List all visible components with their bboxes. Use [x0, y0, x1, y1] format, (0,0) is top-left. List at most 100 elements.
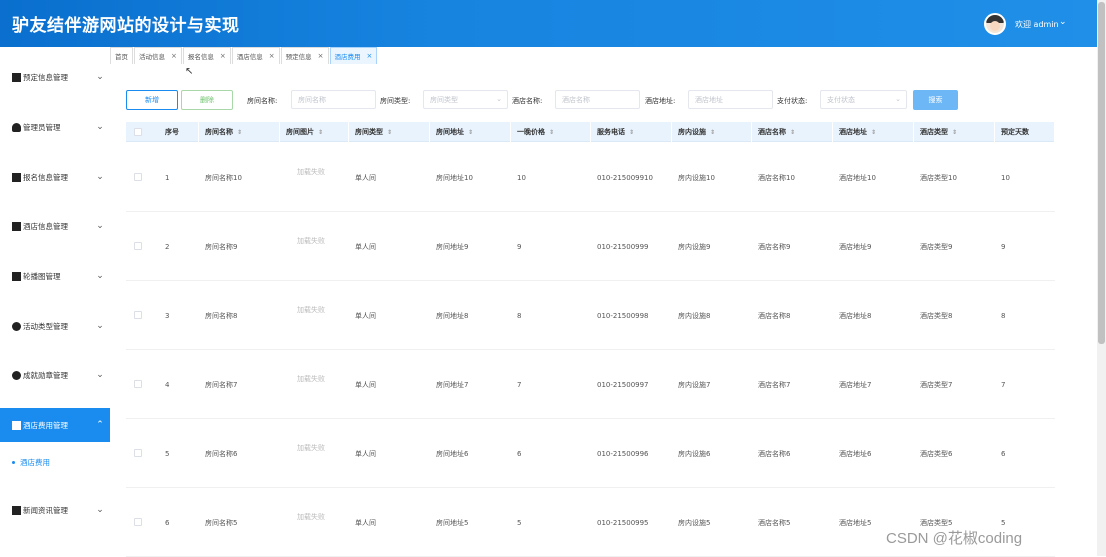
sidebar-item-4[interactable]: 轮播图管理 ⌄ — [0, 259, 110, 293]
tab-label: 首页 — [115, 53, 128, 61]
search-button[interactable]: 搜索 — [913, 90, 958, 110]
select-all-checkbox[interactable] — [134, 128, 142, 136]
add-button[interactable]: 新增 — [126, 90, 178, 110]
tab-2[interactable]: 报名信息 × — [182, 47, 231, 64]
sort-icon[interactable]: ⇕ — [387, 129, 392, 136]
column-header[interactable]: 酒店名称 ⇕ — [752, 122, 833, 142]
scrollbar-thumb[interactable] — [1098, 2, 1105, 344]
chevron-down-icon: ⌄ — [96, 122, 104, 132]
table-cell: 酒店名称10 — [758, 173, 795, 182]
sidebar-item-6[interactable]: 成就勋章管理 ⌄ — [0, 358, 110, 392]
sort-icon[interactable]: ⇕ — [710, 129, 715, 136]
column-header-label: 一晚价格 — [517, 128, 545, 136]
table-cell: 8 — [517, 311, 522, 320]
sort-icon[interactable]: ⇕ — [237, 129, 242, 136]
circle-icon — [12, 321, 21, 331]
book-icon — [12, 172, 21, 182]
column-header-label: 房内设施 — [678, 128, 706, 136]
table-row[interactable]: 5 房间名称6 加载失败 单人间 房间地址6 6 010-21500996 房内设施6 酒店名称… — [126, 419, 1055, 488]
room-image-placeholder: 加载失败 — [297, 306, 325, 314]
chevron-down-icon: ⌄ — [96, 370, 104, 380]
sidebar-item-0[interactable]: 预定信息管理 ⌄ — [0, 60, 110, 94]
table-cell: 单人间 — [355, 173, 376, 182]
filter-label-room-name: 房间名称: — [247, 97, 278, 105]
table-row[interactable]: 4 房间名称7 加载失败 单人间 房间地址7 7 010-21500997 房内设施7 酒店名称… — [126, 350, 1055, 419]
delete-button[interactable]: 删除 — [181, 90, 233, 110]
column-header[interactable]: 酒店地址 ⇕ — [833, 122, 914, 142]
row-checkbox[interactable] — [134, 311, 142, 319]
sidebar-item-8[interactable]: 新闻资讯管理 ⌄ — [0, 493, 110, 527]
column-header[interactable]: 序号 — [159, 122, 199, 142]
table-cell: 酒店类型6 — [920, 449, 953, 458]
tab-label: 预定信息 — [285, 53, 312, 61]
sidebar-subitem-hotel-fee[interactable]: 酒店费用 — [0, 452, 110, 472]
column-header[interactable]: 服务电话 ⇕ — [591, 122, 672, 142]
room-name-input[interactable]: 房间名称 — [291, 90, 376, 109]
row-checkbox[interactable] — [134, 518, 142, 526]
chevron-up-icon: ⌃ — [96, 420, 104, 430]
grid-icon — [12, 420, 21, 430]
sort-icon[interactable]: ⇕ — [952, 129, 957, 136]
sidebar-item-2[interactable]: 报名信息管理 ⌄ — [0, 160, 110, 194]
sidebar-item-label: 酒店信息管理 — [23, 221, 68, 231]
close-icon[interactable]: × — [220, 52, 226, 60]
row-checkbox[interactable] — [134, 449, 142, 457]
column-header-label: 预定天数 — [1001, 128, 1029, 136]
page-scrollbar[interactable] — [1097, 0, 1106, 556]
mouse-cursor-icon: ↖ — [185, 66, 194, 77]
column-header[interactable]: 房间图片 ⇕ — [280, 122, 349, 142]
table-cell: 房内设施5 — [678, 518, 711, 527]
sort-icon[interactable]: ⇕ — [318, 129, 323, 136]
table-cell: 酒店地址9 — [839, 242, 872, 251]
table-cell: 酒店地址6 — [839, 449, 872, 458]
table-cell: 5 — [517, 518, 522, 527]
sort-icon[interactable]: ⇕ — [790, 129, 795, 136]
row-checkbox[interactable] — [134, 242, 142, 250]
row-checkbox[interactable] — [134, 380, 142, 388]
close-icon[interactable]: × — [367, 52, 373, 60]
tab-1[interactable]: 活动信息 × — [134, 47, 182, 64]
close-icon[interactable]: × — [269, 52, 275, 60]
row-checkbox[interactable] — [134, 173, 142, 181]
column-header[interactable]: 房间地址 ⇕ — [430, 122, 511, 142]
tab-0[interactable]: 首页 — [110, 47, 133, 64]
column-header[interactable]: 房间类型 ⇕ — [349, 122, 430, 142]
table-cell: 房间名称10 — [205, 173, 242, 182]
sidebar-item-5[interactable]: 活动类型管理 ⌄ — [0, 309, 110, 343]
table-cell: 010-21500995 — [597, 518, 649, 527]
column-header[interactable]: 房内设施 ⇕ — [672, 122, 752, 142]
sidebar-item-3[interactable]: 酒店信息管理 ⌄ — [0, 209, 110, 243]
table-row[interactable]: 2 房间名称9 加载失败 单人间 房间地址9 9 010-21500999 房内设施9 酒店名称… — [126, 212, 1055, 281]
sort-icon[interactable]: ⇕ — [549, 129, 554, 136]
table-row[interactable]: 1 房间名称10 加载失败 单人间 房间地址10 10 010-215009910 房内设施1… — [126, 143, 1055, 212]
table-cell: 酒店类型8 — [920, 311, 953, 320]
tab-4[interactable]: 预定信息 × — [280, 47, 329, 64]
column-header[interactable]: 酒店类型 ⇕ — [914, 122, 995, 142]
table-cell: 酒店名称6 — [758, 449, 791, 458]
table-cell: 酒店名称9 — [758, 242, 791, 251]
sort-icon[interactable]: ⇕ — [468, 129, 473, 136]
sort-icon[interactable]: ⇕ — [629, 129, 634, 136]
hotel-address-input[interactable]: 酒店地址 — [688, 90, 773, 109]
hotel-name-input[interactable]: 酒店名称 — [555, 90, 640, 109]
room-type-select[interactable]: 房间类型 ⌄ — [423, 90, 508, 109]
table-cell: 酒店地址7 — [839, 380, 872, 389]
chevron-down-icon[interactable]: ⌄ — [1059, 17, 1067, 27]
tab-3[interactable]: 酒店信息 × — [231, 47, 280, 64]
tab-5[interactable]: 酒店费用 × — [329, 47, 378, 64]
avatar[interactable] — [984, 13, 1006, 35]
column-header[interactable]: 房间名称 ⇕ — [199, 122, 280, 142]
sidebar-item-7[interactable]: 酒店费用管理 ⌃ — [0, 408, 110, 442]
column-header[interactable]: 预定天数 — [995, 122, 1055, 142]
app-header: 驴友结伴游网站的设计与实现 欢迎 admin ⌄ — [0, 0, 1097, 47]
table-cell: 房间地址10 — [436, 173, 473, 182]
table-row[interactable]: 3 房间名称8 加载失败 单人间 房间地址8 8 010-21500998 房内设施8 酒店名称… — [126, 281, 1055, 350]
close-icon[interactable]: × — [318, 52, 324, 60]
tab-label: 酒店费用 — [334, 53, 361, 61]
sidebar-item-1[interactable]: 管理员管理 ⌄ — [0, 110, 110, 144]
user-menu-label[interactable]: 欢迎 admin — [1015, 19, 1059, 30]
sort-icon[interactable]: ⇕ — [871, 129, 876, 136]
pay-status-select[interactable]: 支付状态 ⌄ — [820, 90, 907, 109]
close-icon[interactable]: × — [171, 52, 177, 60]
column-header[interactable]: 一晚价格 ⇕ — [511, 122, 591, 142]
